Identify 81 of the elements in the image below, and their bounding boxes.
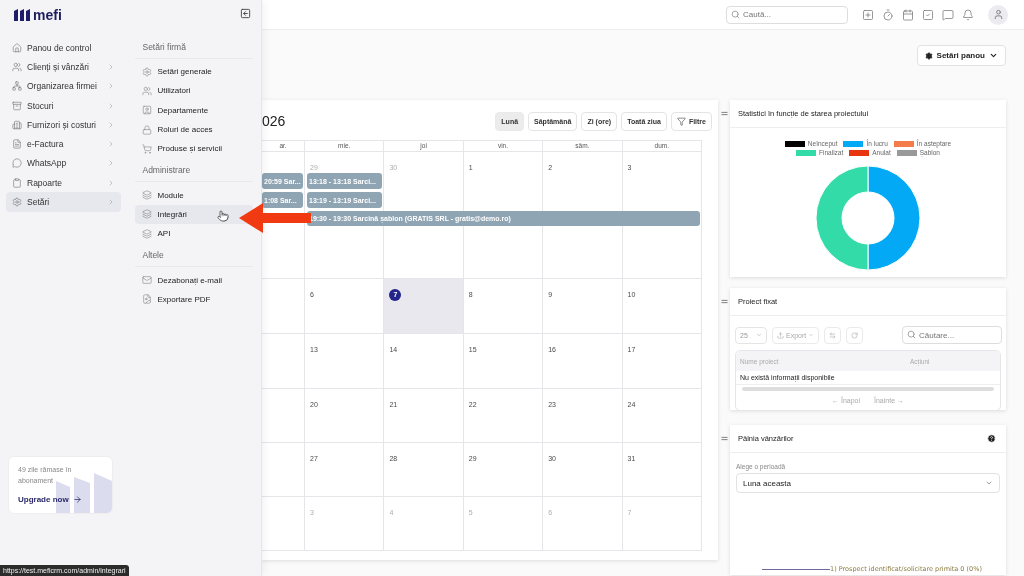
sidebar-item[interactable]: Stocuri (6, 95, 122, 116)
submenu-item[interactable]: API (135, 224, 253, 244)
table-search-field[interactable]: Căutare... (902, 326, 1002, 344)
avatar-button[interactable] (988, 4, 1008, 25)
archive-icon (12, 100, 22, 111)
scrollbar[interactable] (742, 387, 994, 391)
day-cell[interactable] (262, 497, 305, 551)
leader-line (762, 568, 830, 570)
collapse-icon[interactable] (240, 8, 251, 19)
sidebar-item[interactable]: WhatsApp (6, 153, 122, 174)
filter-icon (676, 116, 686, 126)
bell-icon[interactable] (962, 8, 974, 21)
drag-handle-icon[interactable] (719, 109, 729, 118)
layers-icon (142, 190, 153, 201)
refresh-icon (851, 331, 859, 339)
logo-text: mefi (33, 7, 62, 23)
search-icon (731, 9, 740, 19)
submenu-item[interactable]: Exportare PDF (135, 289, 253, 309)
submenu-item[interactable]: Module (135, 185, 253, 205)
cart-icon (142, 143, 153, 154)
sidebar-item[interactable]: Panou de control (6, 38, 122, 58)
period-select[interactable]: Luna aceasta (736, 473, 1000, 493)
help-icon[interactable] (987, 434, 996, 443)
mail-icon (142, 275, 153, 285)
calendar-title: 026 (262, 113, 287, 129)
id-card-icon (142, 105, 153, 116)
add-icon[interactable] (862, 8, 874, 21)
submenu-item[interactable]: Produse și servicii (135, 139, 253, 159)
upgrade-link[interactable]: Upgrade now (18, 495, 104, 504)
chevron-down-icon (808, 332, 815, 338)
day-cell[interactable] (262, 443, 305, 497)
sidebar-item[interactable]: Rapoarte (6, 173, 122, 193)
submenu-item[interactable]: Setări generale (135, 62, 253, 82)
sidebar-item[interactable]: e-Factura (6, 134, 122, 154)
upload-icon (777, 331, 784, 339)
clipboard-icon (12, 177, 22, 188)
search-icon (907, 330, 916, 339)
lock-icon (142, 124, 153, 135)
hierarchy-icon (12, 81, 22, 92)
day-cell[interactable] (262, 334, 305, 389)
hand-cursor-icon (217, 209, 230, 222)
chevron-down-icon (989, 51, 998, 60)
settings-icon (142, 66, 153, 77)
day-cell[interactable] (262, 279, 305, 334)
settings-icon (12, 197, 22, 207)
submenu-item[interactable]: Departamente (135, 100, 253, 120)
gear-icon (924, 51, 933, 60)
section-title: Administrare (135, 161, 253, 183)
section-title: Setări firmă (135, 38, 253, 59)
panel-settings-button[interactable]: Setări panou (916, 45, 1006, 66)
chevron-down-icon (755, 332, 762, 338)
day-cell[interactable] (262, 389, 305, 443)
sidebar-item[interactable]: Setări (6, 192, 122, 212)
calendar-icon[interactable] (902, 8, 914, 21)
house-icon (12, 42, 22, 53)
building-icon (12, 119, 22, 130)
document-icon (142, 294, 153, 305)
chevron-down-icon (985, 479, 993, 487)
chat-icon[interactable] (942, 8, 954, 21)
section-title: Altele (135, 246, 253, 268)
logo-icon (14, 9, 30, 21)
drag-handle-icon[interactable] (719, 297, 729, 306)
document-icon (12, 139, 22, 150)
submenu-item[interactable]: Dezabonați e-mail (135, 270, 253, 290)
sidebar-item[interactable]: Furnizori și costuri (6, 115, 122, 135)
submenu-item[interactable]: Utilizatori (135, 81, 253, 101)
layers-icon (142, 209, 153, 220)
submenu-item[interactable]: Roluri de acces (135, 119, 253, 140)
drag-handle-icon[interactable] (719, 434, 729, 443)
timer-icon[interactable] (882, 8, 894, 21)
swap-icon (829, 331, 837, 339)
search-field[interactable]: Caută... (726, 5, 848, 24)
sidebar-item[interactable]: Organizarea firmei (6, 76, 122, 96)
sidebar-item[interactable]: Clienți și vânzări (6, 57, 122, 77)
users-icon (12, 61, 22, 72)
user-icon (992, 9, 1004, 20)
layers-icon (142, 228, 153, 239)
chat-icon (12, 158, 22, 169)
users-icon (142, 85, 153, 96)
task-icon[interactable] (922, 8, 934, 21)
arrow-right-icon (72, 495, 82, 504)
